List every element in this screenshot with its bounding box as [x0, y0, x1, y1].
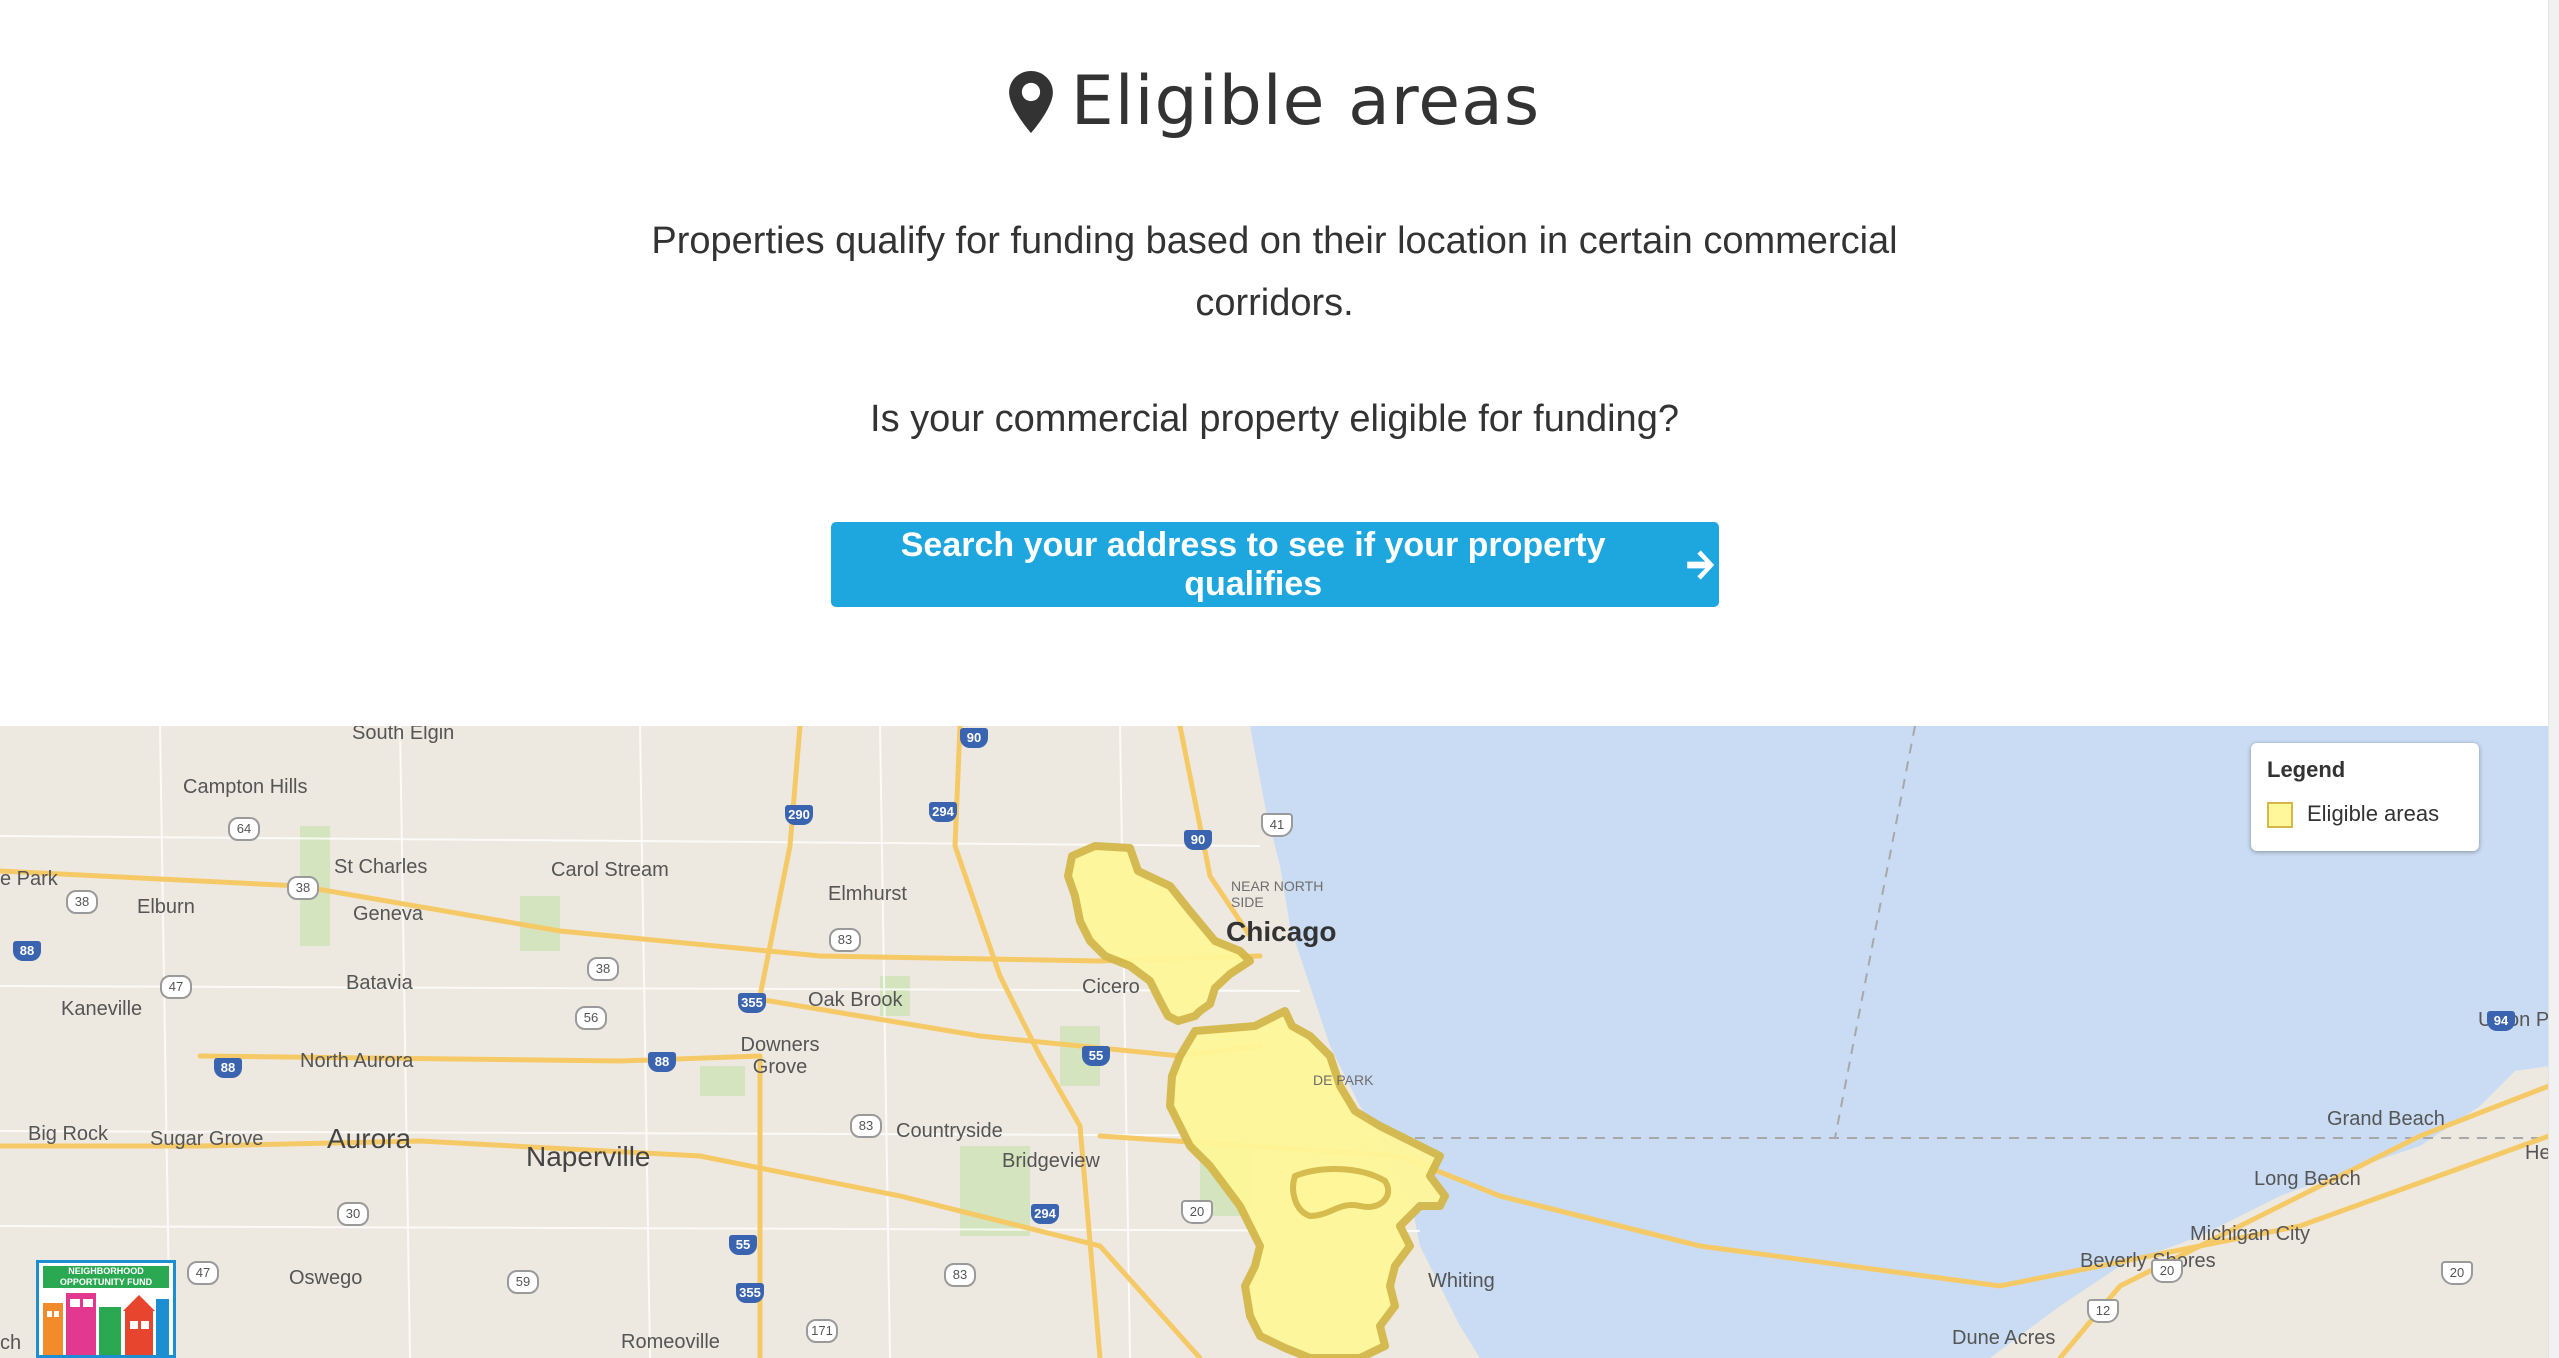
description-text: Properties qualify for funding based on … — [651, 220, 1898, 324]
route-shield: 38 — [287, 876, 319, 900]
neighborhood-opportunity-fund-logo: NEIGHBORHOOD OPPORTUNITY FUND — [36, 1260, 176, 1358]
route-shield: 355 — [738, 993, 766, 1013]
route-shield: 20 — [2151, 1259, 2183, 1283]
map-label: Romeoville — [621, 1331, 720, 1353]
map-label: Naperville — [526, 1141, 651, 1172]
map-label: ch — [0, 1332, 22, 1354]
map-label: Aurora — [327, 1123, 412, 1154]
map-label: Sugar Grove — [150, 1128, 264, 1150]
map-label: Oswego — [289, 1267, 363, 1289]
map-label: Beverly Shores — [2080, 1250, 2216, 1272]
route-shield: 88 — [214, 1058, 242, 1078]
map-label: NEAR NORTH SIDE — [1231, 878, 1324, 910]
map-label: Big Rock — [28, 1123, 109, 1145]
route-shield: 83 — [829, 928, 861, 952]
route-shield: 47 — [160, 975, 192, 999]
map-marker-icon — [1008, 70, 1053, 133]
route-shield: 56 — [575, 1006, 607, 1030]
map-label: Elburn — [137, 896, 195, 918]
eligibility-map[interactable]: South Elgin Campton Hills St Charles Car… — [0, 726, 2549, 1358]
route-shield: 12 — [2087, 1299, 2119, 1323]
page-title: Eligible areas — [1070, 62, 1541, 141]
map-label: North Aurora — [300, 1050, 414, 1072]
route-shield: 30 — [337, 1202, 369, 1226]
arrow-right-icon — [1687, 549, 1715, 580]
route-shield: 88 — [648, 1052, 676, 1072]
route-shield: 88 — [13, 941, 41, 961]
map-label: He — [2525, 1142, 2549, 1164]
map-label: South Elgin — [352, 726, 455, 744]
eligible-areas-section: Eligible areas Properties qualify for fu… — [0, 0, 2549, 726]
route-shield: 20 — [2441, 1261, 2473, 1285]
map-label: e Park — [0, 868, 58, 890]
route-shield: 38 — [587, 957, 619, 981]
map-label: Countryside — [896, 1120, 1003, 1142]
route-shield: 64 — [228, 817, 260, 841]
eligibility-question: Is your commercial property eligible for… — [870, 398, 1679, 440]
map-label: Kaneville — [61, 998, 143, 1020]
map-label: Michigan City — [2190, 1223, 2311, 1245]
map-label: Grand Beach — [2327, 1108, 2445, 1130]
route-shield: 294 — [1031, 1204, 1059, 1224]
page: Eligible areas Properties qualify for fu… — [0, 0, 2559, 1358]
map-label: Geneva — [353, 903, 424, 925]
page-scrollbar[interactable] — [2548, 0, 2559, 1358]
route-shield: 83 — [850, 1114, 882, 1138]
route-shield: 294 — [929, 802, 957, 822]
map-label: Campton Hills — [183, 776, 308, 798]
map-label: Bridgeview — [1002, 1150, 1100, 1172]
legend-label-eligible: Eligible areas — [2307, 801, 2440, 826]
map-label: Whiting — [1428, 1270, 1495, 1292]
map-label: Carol Stream — [551, 859, 669, 881]
route-shield: 41 — [1261, 813, 1293, 837]
map-label: Downers Grove — [740, 1034, 820, 1078]
route-shield: 355 — [736, 1283, 764, 1303]
route-shield: 94 — [2487, 1011, 2515, 1031]
route-shield: 38 — [66, 890, 98, 914]
route-shield: 55 — [1082, 1046, 1110, 1066]
map-label: Oak Brook — [808, 989, 903, 1011]
map-label: Batavia — [346, 972, 413, 994]
map-label: DE PARK — [1313, 1072, 1374, 1088]
route-shield: 47 — [187, 1261, 219, 1285]
map-label-chicago: Chicago — [1226, 916, 1337, 947]
search-address-button-label: Search your address to see if your prope… — [900, 525, 1606, 603]
route-shield: 290 — [785, 805, 813, 825]
map-label: Long Beach — [2254, 1168, 2361, 1190]
route-shield: 59 — [507, 1270, 539, 1294]
route-shield: 20 — [1181, 1200, 1213, 1224]
route-shield: 83 — [944, 1263, 976, 1287]
map-label: Cicero — [1082, 976, 1140, 998]
logo-text: NEIGHBORHOOD OPPORTUNITY FUND — [43, 1266, 169, 1288]
section-heading: Eligible areas — [0, 62, 2549, 141]
search-address-button[interactable]: Search your address to see if your prope… — [831, 522, 1719, 607]
route-shield: 55 — [729, 1235, 757, 1255]
map-label: Elmhurst — [828, 883, 907, 905]
route-shield: 90 — [1184, 830, 1212, 850]
route-shield: 90 — [960, 728, 988, 748]
legend-title: Legend — [2267, 757, 2346, 782]
map-label: Dune Acres — [1952, 1327, 2056, 1349]
route-shield: 171 — [806, 1319, 838, 1343]
map-legend: Legend Eligible areas — [2251, 743, 2479, 851]
map-label: St Charles — [334, 856, 428, 878]
legend-swatch-eligible — [2267, 802, 2293, 828]
logo-buildings-icon — [43, 1293, 169, 1355]
